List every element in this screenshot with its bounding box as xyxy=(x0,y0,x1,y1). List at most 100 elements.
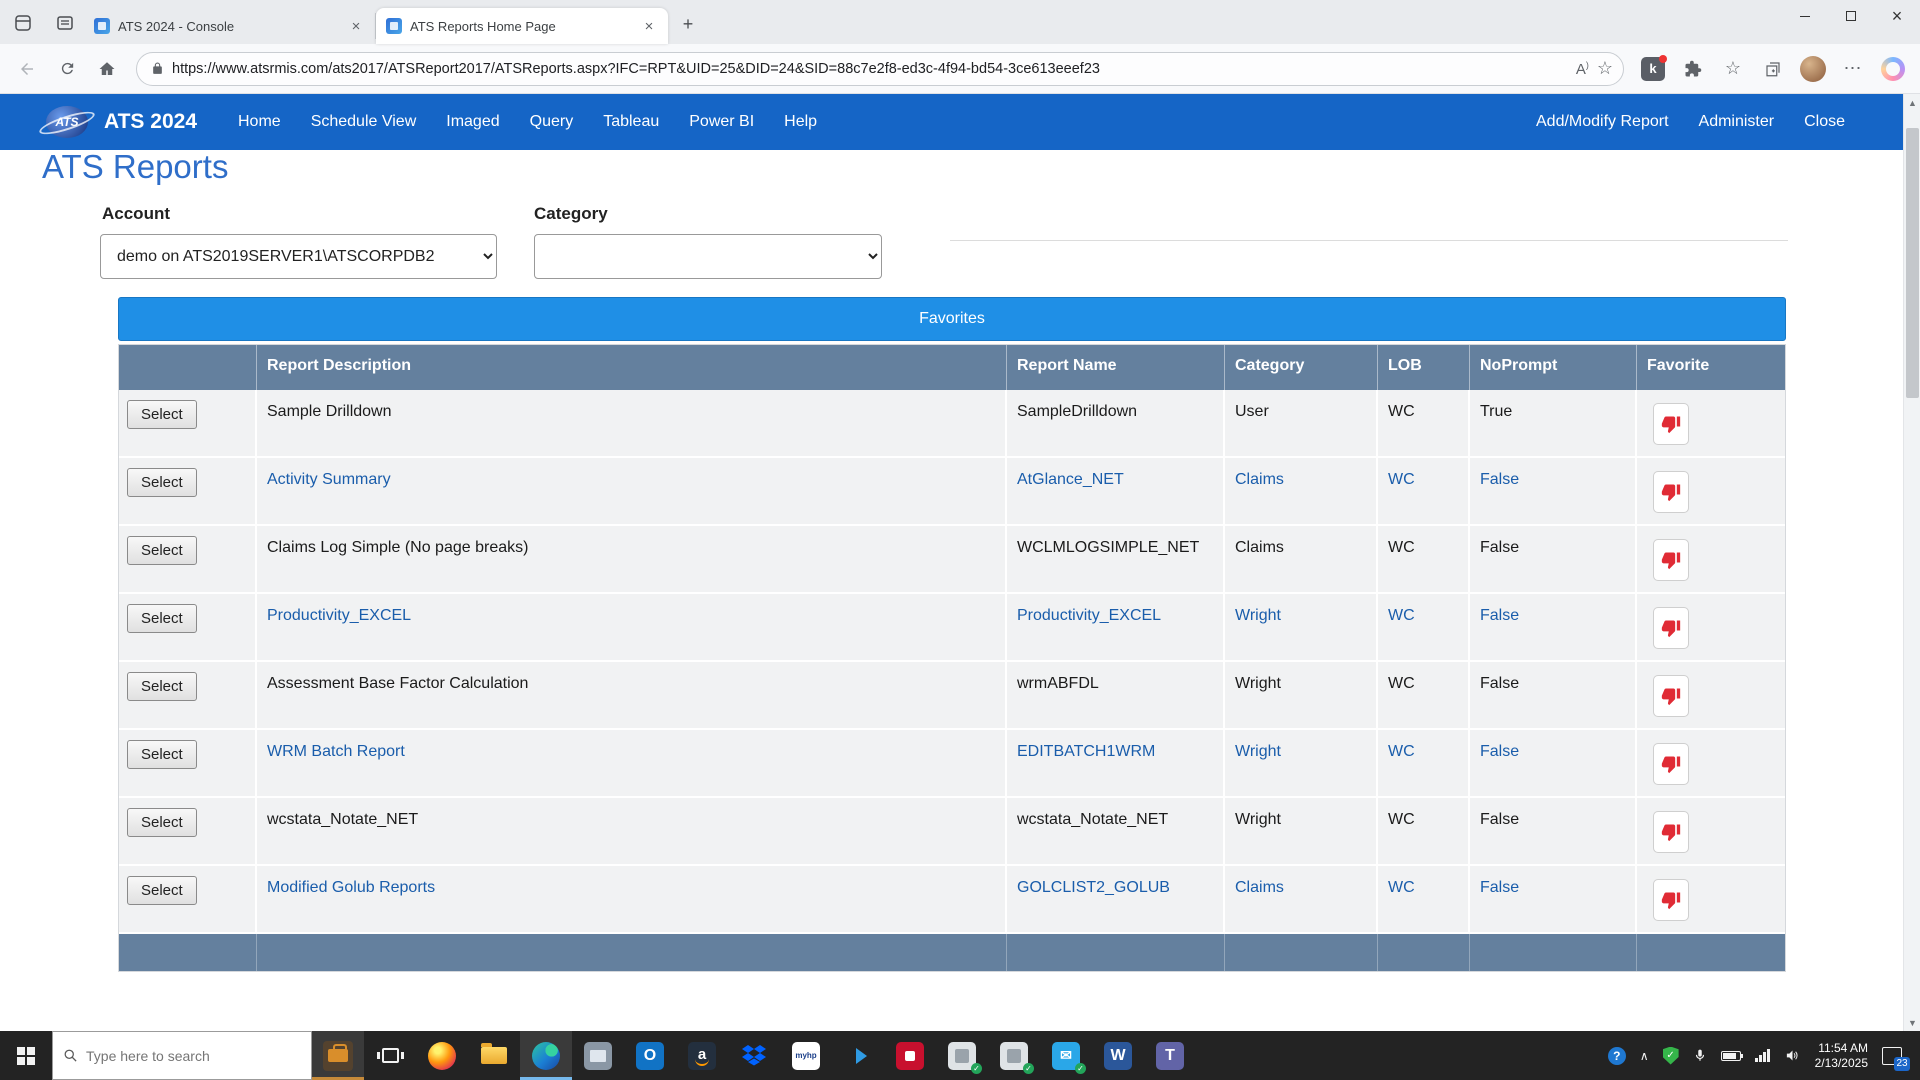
scroll-down-icon[interactable]: ▼ xyxy=(1904,1014,1920,1031)
app-blue-icon[interactable] xyxy=(832,1031,884,1080)
scrollbar-thumb[interactable] xyxy=(1906,128,1919,398)
select-button[interactable]: Select xyxy=(127,604,197,633)
account-select[interactable]: demo on ATS2019SERVER1\ATSCORPDB2 xyxy=(100,234,497,279)
favorite-thumbsdown-button[interactable] xyxy=(1653,403,1689,445)
nav-query[interactable]: Query xyxy=(515,103,589,141)
refresh-icon[interactable] xyxy=(50,52,84,86)
home-icon[interactable] xyxy=(90,52,124,86)
report-description-link[interactable]: WRM Batch Report xyxy=(257,730,1007,796)
favorite-star-icon[interactable]: ☆ xyxy=(1597,58,1613,79)
word-app-icon[interactable]: W xyxy=(1092,1031,1144,1080)
favorite-thumbsdown-button[interactable] xyxy=(1653,879,1689,921)
report-description-link[interactable]: Modified Golub Reports xyxy=(257,866,1007,932)
collections-icon[interactable] xyxy=(1756,52,1790,86)
battery-icon[interactable] xyxy=(1721,1051,1741,1061)
favorite-thumbsdown-button[interactable] xyxy=(1653,539,1689,581)
tray-chevron-up-icon[interactable]: ∧ xyxy=(1640,1049,1649,1063)
tab-close-icon[interactable]: × xyxy=(347,17,365,35)
favorite-thumbsdown-button[interactable] xyxy=(1653,675,1689,717)
extensions-puzzle-icon[interactable] xyxy=(1676,52,1710,86)
favorite-thumbsdown-button[interactable] xyxy=(1653,607,1689,649)
category-select[interactable] xyxy=(534,234,882,279)
file-explorer-app-icon[interactable] xyxy=(468,1031,520,1080)
network-signal-icon[interactable] xyxy=(1755,1049,1770,1062)
noprompt-cell: False xyxy=(1470,526,1637,592)
tab-ats-reports[interactable]: ATS Reports Home Page × xyxy=(376,8,668,44)
defender-shield-icon[interactable]: ✓ xyxy=(1663,1047,1679,1065)
help-icon[interactable]: ? xyxy=(1608,1047,1626,1065)
select-button[interactable]: Select xyxy=(127,740,197,769)
extension-keeper-icon[interactable]: k xyxy=(1636,52,1670,86)
search-input[interactable] xyxy=(86,1048,286,1064)
select-button[interactable]: Select xyxy=(127,672,197,701)
search-icon xyxy=(63,1048,78,1063)
microphone-icon[interactable] xyxy=(1693,1047,1707,1064)
nav-imaged[interactable]: Imaged xyxy=(431,103,514,141)
folder-icon xyxy=(481,1047,507,1064)
task-view-button[interactable] xyxy=(364,1031,416,1080)
favorite-thumbsdown-button[interactable] xyxy=(1653,743,1689,785)
teams-app-icon[interactable]: T xyxy=(1144,1031,1196,1080)
firefox-app-icon[interactable] xyxy=(416,1031,468,1080)
report-description-link[interactable]: Productivity_EXCEL xyxy=(257,594,1007,660)
nav-schedule-view[interactable]: Schedule View xyxy=(296,103,432,141)
outlook-new-app-icon[interactable]: ✉✓ xyxy=(1040,1031,1092,1080)
scroll-up-icon[interactable]: ▲ xyxy=(1904,94,1920,111)
favorite-thumbsdown-button[interactable] xyxy=(1653,471,1689,513)
hp-app-icon[interactable]: myhp xyxy=(780,1031,832,1080)
close-button[interactable]: × xyxy=(1874,0,1920,32)
nav-home[interactable]: Home xyxy=(223,103,296,141)
noprompt-cell: True xyxy=(1470,390,1637,456)
select-button[interactable]: Select xyxy=(127,808,197,837)
nav-add-modify-report[interactable]: Add/Modify Report xyxy=(1521,103,1684,141)
account-label: Account xyxy=(102,204,170,224)
briefcase-app-icon[interactable] xyxy=(312,1031,364,1080)
address-bar[interactable]: https://www.atsrmis.com/ats2017/ATSRepor… xyxy=(136,52,1624,86)
restore-button[interactable] xyxy=(1828,0,1874,32)
report-description-link[interactable]: Activity Summary xyxy=(257,458,1007,524)
outlook-app-icon[interactable]: O xyxy=(624,1031,676,1080)
dropbox-icon xyxy=(742,1045,766,1067)
nav-close[interactable]: Close xyxy=(1789,103,1860,141)
clock[interactable]: 11:54 AM 2/13/2025 xyxy=(1815,1041,1868,1071)
tab-close-icon[interactable]: × xyxy=(640,17,658,35)
action-center-icon[interactable]: 23 xyxy=(1882,1047,1902,1065)
edge-app-icon[interactable] xyxy=(520,1031,572,1080)
taskbar-search[interactable] xyxy=(52,1031,312,1080)
nav-help[interactable]: Help xyxy=(769,103,832,141)
back-icon[interactable] xyxy=(10,52,44,86)
nav-power-bi[interactable]: Power BI xyxy=(674,103,769,141)
noprompt-cell: False xyxy=(1470,866,1637,932)
nav-tableau[interactable]: Tableau xyxy=(588,103,674,141)
favorites-bar-icon[interactable]: ☆ xyxy=(1716,52,1750,86)
select-button[interactable]: Select xyxy=(127,876,197,905)
app-gray-icon-2[interactable]: ✓ xyxy=(988,1031,1040,1080)
app-red-icon[interactable] xyxy=(884,1031,936,1080)
dropbox-app-icon[interactable] xyxy=(728,1031,780,1080)
nav-administer[interactable]: Administer xyxy=(1684,103,1790,141)
tab-actions-icon[interactable] xyxy=(48,6,82,40)
category-cell: Claims xyxy=(1225,526,1378,592)
new-tab-button[interactable]: + xyxy=(674,10,702,38)
select-button[interactable]: Select xyxy=(127,536,197,565)
start-button[interactable] xyxy=(0,1031,52,1080)
page-scrollbar[interactable]: ▲ ▼ xyxy=(1903,94,1920,1031)
volume-icon[interactable] xyxy=(1784,1048,1801,1063)
table-row: Select wcstata_Notate_NET wcstata_Notate… xyxy=(119,798,1785,866)
tab-ats-console[interactable]: ATS 2024 - Console × xyxy=(84,13,376,39)
url-text[interactable]: https://www.atsrmis.com/ats2017/ATSRepor… xyxy=(172,61,1568,77)
store-app-icon[interactable] xyxy=(572,1031,624,1080)
select-button[interactable]: Select xyxy=(127,400,197,429)
profile-avatar[interactable] xyxy=(1796,52,1830,86)
keeper-badge: k xyxy=(1641,57,1665,81)
app-gray-icon-1[interactable]: ✓ xyxy=(936,1031,988,1080)
workspaces-icon[interactable] xyxy=(6,6,40,40)
select-button[interactable]: Select xyxy=(127,468,197,497)
amazon-app-icon[interactable]: a xyxy=(676,1031,728,1080)
minimize-button[interactable] xyxy=(1782,0,1828,32)
settings-more-icon[interactable]: ⋯ xyxy=(1836,52,1870,86)
copilot-icon[interactable] xyxy=(1876,52,1910,86)
favorite-thumbsdown-button[interactable] xyxy=(1653,811,1689,853)
read-aloud-icon[interactable]: A) xyxy=(1576,60,1589,78)
system-tray: ? ∧ ✓ 11:54 AM 2/13/2025 23 xyxy=(1608,1031,1920,1080)
